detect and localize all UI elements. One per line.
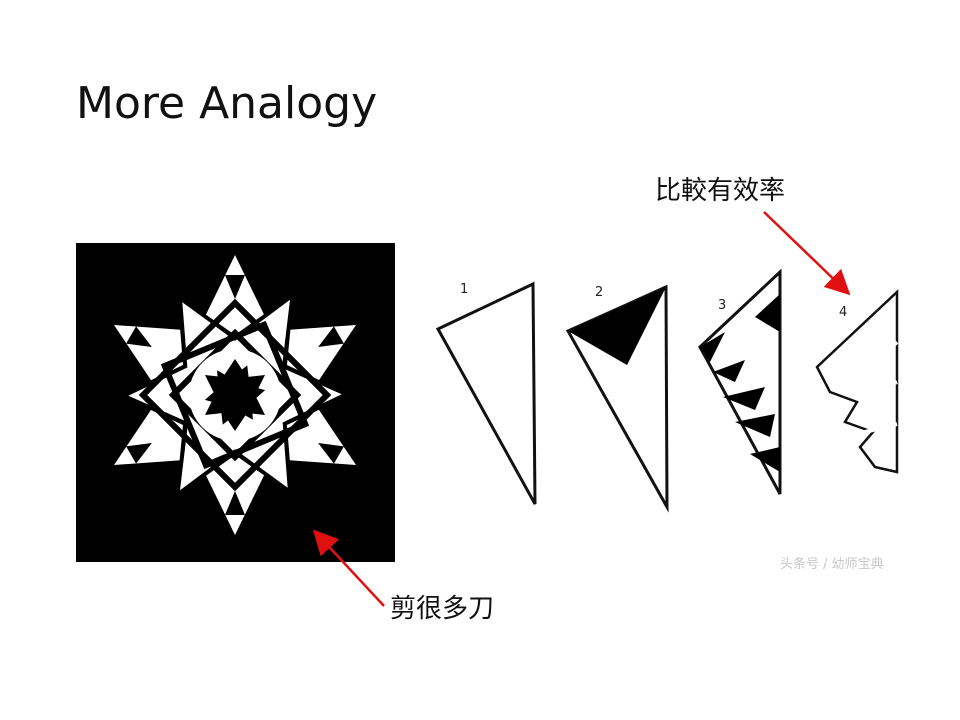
annotation-arrows	[312, 211, 851, 607]
arrow-to-snowflake	[312, 529, 385, 607]
arrow-to-step4	[763, 211, 851, 296]
slide: More Analogy 比較有效率 剪很多刀 1 2 3 4 头条号 / 幼师…	[0, 0, 960, 720]
